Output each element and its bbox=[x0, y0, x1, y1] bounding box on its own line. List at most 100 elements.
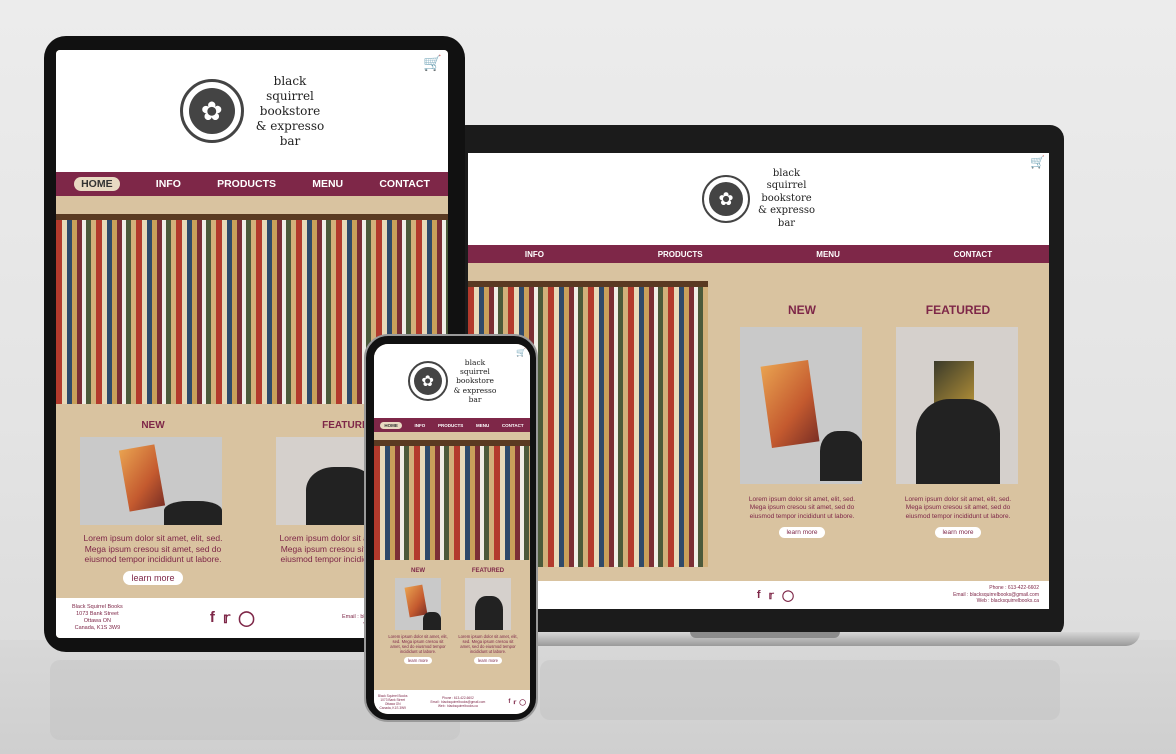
book-cover bbox=[404, 584, 428, 618]
brand-line: bookstore bbox=[761, 192, 812, 204]
brand-line: black bbox=[464, 357, 486, 367]
footer-country: Canada, K1S 3W9 bbox=[74, 625, 121, 632]
featured-column: FEATURED Lorem ipsum dolor sit amet, eli… bbox=[458, 568, 518, 665]
brand-name: black squirrel bookstore & expresso bar bbox=[758, 168, 815, 231]
section-title-new: NEW bbox=[141, 420, 165, 431]
brand-line: & expresso bbox=[453, 385, 497, 395]
nav-products[interactable]: PRODUCTS bbox=[217, 178, 276, 190]
nav-products[interactable]: PRODUCTS bbox=[438, 423, 463, 428]
arm bbox=[423, 612, 441, 630]
section-title-new: NEW bbox=[411, 568, 425, 574]
featured-column: FEATURED Lorem ipsum dolor sit amet, eli… bbox=[896, 303, 1020, 539]
twitter-icon[interactable]: 𝕣 bbox=[223, 609, 230, 627]
phone-screen: ✿ black squirrel bookstore & expresso ba… bbox=[374, 344, 530, 714]
section-title-new: NEW bbox=[788, 303, 816, 317]
nav-menu[interactable]: MENU bbox=[312, 178, 343, 190]
cart-icon[interactable]: 🛒 bbox=[516, 348, 526, 357]
twitter-icon[interactable]: 𝕣 bbox=[513, 699, 516, 706]
squirrel-logo-icon: ✿ bbox=[188, 88, 235, 134]
twitter-icon[interactable]: 𝕣 bbox=[769, 589, 774, 602]
header: ✿ black squirrel bookstore & expresso ba… bbox=[468, 153, 1049, 245]
brand-name: black squirrel bookstore & expresso bar bbox=[454, 358, 497, 405]
instagram-icon[interactable]: ◯ bbox=[782, 589, 794, 602]
nav-bar: HOME INFO PRODUCTS MENU CONTACT bbox=[374, 418, 530, 432]
new-column: NEW Lorem ipsum dolor sit amet, elit, se… bbox=[740, 303, 864, 539]
logo[interactable]: ✿ black squirrel bookstore & expresso ba… bbox=[407, 358, 497, 405]
footer-web[interactable]: Web : blacksquirrelbooks.ca bbox=[953, 598, 1039, 605]
brand-name: black squirrel bookstore & expresso bar bbox=[256, 74, 324, 149]
social-links: f 𝕣 ◯ bbox=[508, 699, 526, 706]
cart-icon[interactable]: 🛒 bbox=[423, 54, 442, 72]
nav-home[interactable]: HOME bbox=[380, 421, 402, 429]
featured-photo[interactable] bbox=[896, 327, 1018, 484]
nav-menu[interactable]: MENU bbox=[476, 423, 489, 428]
new-photo[interactable] bbox=[740, 327, 862, 484]
learn-more-button[interactable]: learn more bbox=[123, 570, 183, 585]
nav-menu[interactable]: MENU bbox=[816, 250, 840, 259]
footer-contact: Phone : 613-422-6602 Email : blacksquirr… bbox=[953, 585, 1039, 605]
cart-icon[interactable]: 🛒 bbox=[1030, 155, 1045, 169]
brand-line: & expresso bbox=[757, 205, 816, 217]
nav-contact[interactable]: CONTACT bbox=[379, 178, 430, 190]
logo[interactable]: ✿ black squirrel bookstore & expresso ba… bbox=[179, 74, 324, 149]
new-photo[interactable] bbox=[80, 437, 222, 525]
facebook-icon[interactable]: f bbox=[210, 609, 215, 627]
footer-store: Black Squirrel Books bbox=[72, 603, 123, 610]
brand-line: black bbox=[273, 73, 307, 88]
laptop-notch bbox=[690, 632, 840, 638]
nav-info[interactable]: INFO bbox=[525, 250, 544, 259]
brand-line: bookstore bbox=[456, 376, 494, 386]
brand-line: bar bbox=[777, 217, 796, 229]
section-title-featured: FEATURED bbox=[471, 568, 505, 574]
laptop-reflection bbox=[540, 660, 1060, 720]
nav-info[interactable]: INFO bbox=[415, 423, 426, 428]
new-photo[interactable] bbox=[395, 578, 441, 630]
learn-more-button[interactable]: learn more bbox=[779, 527, 825, 539]
facebook-icon[interactable]: f bbox=[757, 589, 761, 602]
instagram-icon[interactable]: ◯ bbox=[238, 609, 255, 627]
instagram-icon[interactable]: ◯ bbox=[519, 699, 526, 706]
squirrel-logo-icon: ✿ bbox=[413, 367, 442, 395]
brand-line: squirrel bbox=[460, 366, 490, 376]
learn-more-button[interactable]: learn more bbox=[474, 657, 502, 665]
nav-bar: HOME INFO PRODUCTS MENU CONTACT bbox=[56, 172, 448, 196]
arm bbox=[164, 501, 222, 525]
footer-country: Canada, K1S 3W9 bbox=[379, 706, 406, 710]
nav-contact[interactable]: CONTACT bbox=[954, 250, 993, 259]
brand-line: black bbox=[772, 167, 801, 179]
logo[interactable]: ✿ black squirrel bookstore & expresso ba… bbox=[701, 168, 815, 231]
brand-line: & expresso bbox=[255, 118, 325, 133]
footer-city: Ottawa ON bbox=[83, 618, 111, 624]
nav-info[interactable]: INFO bbox=[156, 178, 181, 190]
header: ✿ black squirrel bookstore & expresso ba… bbox=[374, 344, 530, 418]
new-column: NEW Lorem ipsum dolor sit amet, elit, se… bbox=[388, 568, 448, 665]
footer-address: Black Squirrel Books 1073 Bank Street Ot… bbox=[378, 694, 407, 710]
arm bbox=[820, 431, 862, 481]
nav-contact[interactable]: CONTACT bbox=[502, 423, 524, 428]
learn-more-button[interactable]: learn more bbox=[404, 657, 432, 665]
featured-description: Lorem ipsum dolor sit amet, elit, sed. M… bbox=[904, 496, 1012, 520]
footer-street: 1073 Bank Street bbox=[76, 610, 119, 617]
footer-address: Black Squirrel Books 1073 Bank Street Ot… bbox=[72, 604, 123, 633]
section-title-featured: FEATURED bbox=[925, 303, 991, 317]
laptop-screen: ✿ black squirrel bookstore & expresso ba… bbox=[468, 153, 1049, 609]
featured-description: Lorem ipsum dolor sit amet, elit, sed. M… bbox=[458, 634, 518, 655]
new-description: Lorem ipsum dolor sit amet, elit, sed. M… bbox=[388, 634, 448, 655]
facebook-icon[interactable]: f bbox=[508, 699, 510, 706]
new-column: NEW Lorem ipsum dolor sit amet, elit, se… bbox=[80, 420, 226, 585]
nav-products[interactable]: PRODUCTS bbox=[658, 250, 703, 259]
person bbox=[475, 596, 503, 630]
social-links: f 𝕣 ◯ bbox=[757, 589, 794, 602]
logo-badge: ✿ bbox=[179, 79, 244, 143]
footer: Black Squirrel Books 1073 Bank Street Ot… bbox=[374, 690, 530, 714]
featured-photo[interactable] bbox=[465, 578, 511, 630]
book-cover bbox=[118, 444, 166, 512]
logo-badge: ✿ bbox=[407, 361, 448, 401]
new-description: Lorem ipsum dolor sit amet, elit, sed. M… bbox=[83, 533, 223, 565]
brand-line: bar bbox=[279, 133, 301, 148]
learn-more-button[interactable]: learn more bbox=[935, 527, 981, 539]
footer-web[interactable]: Web : blacksquirrelbooks.ca bbox=[431, 704, 486, 708]
social-links: f 𝕣 ◯ bbox=[210, 609, 255, 627]
squirrel-logo-icon: ✿ bbox=[708, 182, 743, 216]
nav-home[interactable]: HOME bbox=[74, 177, 120, 191]
